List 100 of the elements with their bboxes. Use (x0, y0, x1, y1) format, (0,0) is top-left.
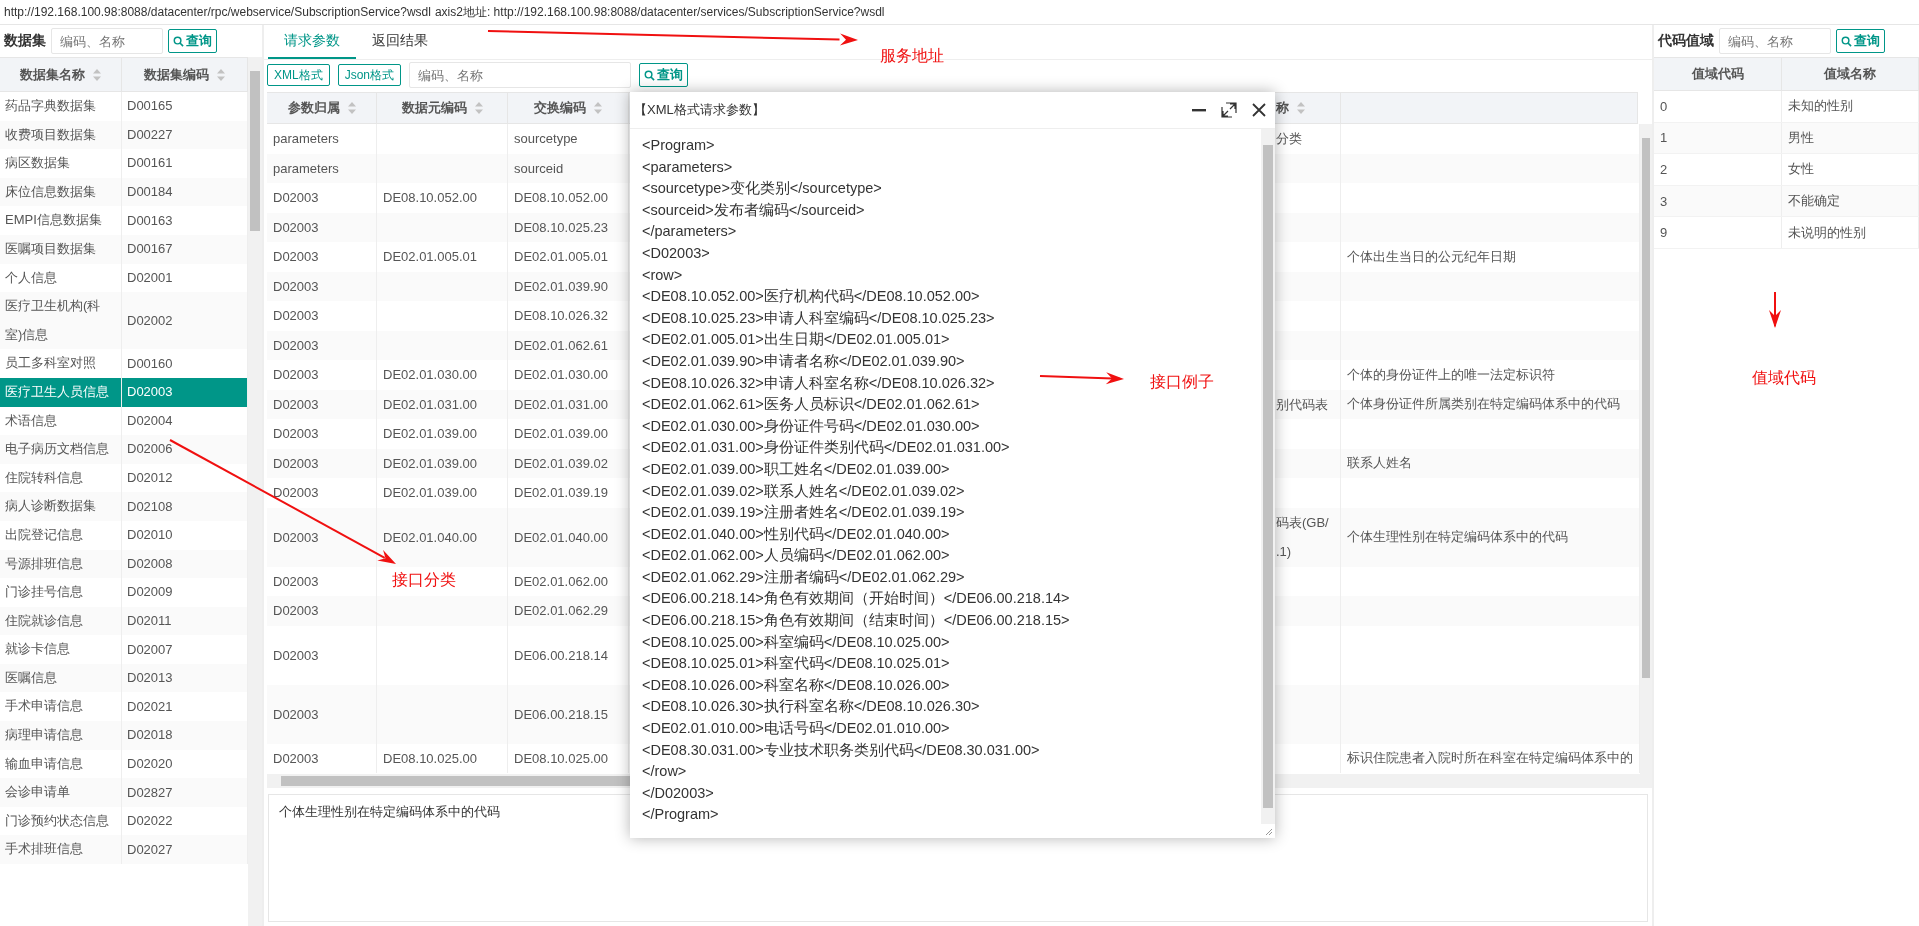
xml-line: <sourceid>发布者编码</sourceid> (642, 200, 865, 220)
dataset-row[interactable]: 病人诊断数据集 D02108 (0, 492, 248, 521)
xml-line: <DE02.01.005.01>出生日期</DE02.01.005.01> (642, 330, 950, 350)
tab[interactable]: 请求参数 (268, 25, 356, 59)
table-cell: 2 (1654, 154, 1782, 185)
sort-icon (1297, 102, 1305, 114)
search-button[interactable]: 查询 (168, 29, 217, 53)
table-cell: DE02.01.030.00 (377, 360, 508, 390)
table-cell: D02003 (267, 301, 377, 331)
tab[interactable]: 返回结果 (356, 25, 444, 59)
table-cell: 医疗卫生机构(科室)信息 (0, 292, 122, 350)
dataset-row[interactable]: 病理申请信息 D02018 (0, 721, 248, 750)
column-header[interactable]: 数据集名称 (0, 58, 122, 91)
dataset-row[interactable]: 电子病历文档信息 D02006 (0, 435, 248, 464)
table-cell: 医嘱信息 (0, 663, 122, 693)
table-cell: 收费项目数据集 (0, 120, 122, 150)
scrollbar[interactable] (1261, 129, 1275, 824)
format-button[interactable]: XML格式 (267, 64, 330, 86)
xml-line: <DE02.01.062.61>医务人员标识</DE02.01.062.61> (642, 395, 980, 415)
table-cell: EMPI信息数据集 (0, 206, 122, 235)
column-header[interactable]: 值域代码 (1654, 58, 1782, 90)
sort-icon (217, 68, 225, 81)
column-header[interactable]: 值域名称 (1782, 58, 1919, 90)
dataset-row[interactable]: 会诊申请单 D02827 (0, 778, 248, 807)
dataset-row[interactable]: 收费项目数据集 D00227 (0, 120, 248, 150)
table-cell: DE06.00.218.15 (508, 684, 629, 744)
table-cell: 床位信息数据集 (0, 177, 122, 207)
table-cell: D02003 (267, 389, 377, 419)
table-cell: 病区数据集 (0, 149, 122, 178)
xml-line: <DE08.10.026.32>申请人科室名称</DE08.10.026.32> (642, 373, 995, 393)
table-cell: DE02.01.039.00 (377, 419, 508, 449)
xml-line: <D02003> (642, 243, 710, 263)
annotation-arrow (1769, 291, 1781, 328)
xml-line: <DE02.01.039.19>注册者姓名</DE02.01.039.19> (642, 503, 965, 523)
dataset-row[interactable]: 医疗卫生机构(科室)信息 D02002 (0, 292, 248, 350)
table-cell: 医疗卫生人员信息 (0, 377, 122, 407)
dataset-row[interactable]: 床位信息数据集 D00184 (0, 177, 248, 207)
column-header[interactable]: 交换编码 (508, 93, 629, 123)
table-cell: D02003 (267, 448, 377, 478)
xml-line: <DE02.01.062.00>人员编码</DE02.01.062.00> (642, 546, 950, 566)
dataset-row[interactable]: 医嘱信息 D02013 (0, 663, 248, 693)
xml-line: <DE08.10.026.30>执行科室名称</DE08.10.026.30> (642, 697, 980, 717)
column-header[interactable]: 数据元编码 (377, 93, 508, 123)
search-button[interactable]: 查询 (639, 63, 689, 87)
scrollbar[interactable] (248, 57, 262, 926)
search-field[interactable]: 编码、名称 (1719, 28, 1831, 54)
table-cell: D02003 (267, 212, 377, 242)
xml-line: <DE02.01.039.90>申请者名称</DE02.01.039.90> (642, 351, 965, 371)
table-cell: 电子病历文档信息 (0, 435, 122, 464)
table-cell: DE02.01.040.00 (508, 507, 629, 567)
table-cell: DE02.01.039.00 (377, 448, 508, 478)
scrollbar[interactable] (1640, 124, 1652, 774)
table-cell: 病理申请信息 (0, 721, 122, 750)
table-cell: 1 (1654, 122, 1782, 154)
table-cell: DE02.01.031.00 (377, 389, 508, 419)
annotation-label: 接口分类 (392, 570, 456, 590)
dataset-row[interactable]: 医疗卫生人员信息 D02003 (0, 377, 248, 407)
resize-grip-icon[interactable] (1263, 826, 1273, 836)
table-cell: DE02.01.039.00 (508, 419, 629, 449)
table-cell: 手术排班信息 (0, 835, 122, 865)
table-cell: 药品字典数据集 (0, 92, 122, 121)
maximize-icon[interactable] (1221, 102, 1237, 118)
table-cell: 3 (1654, 185, 1782, 217)
search-icon (173, 35, 184, 47)
table-cell: DE02.01.039.00 (377, 478, 508, 508)
table-cell: parameters (267, 124, 377, 154)
dataset-row[interactable]: 医嘱项目数据集 D00167 (0, 234, 248, 264)
xml-line: <DE08.10.026.00>科室名称</DE08.10.026.00> (642, 675, 950, 695)
column-header[interactable]: 参数归属 (267, 93, 377, 123)
sort-icon (474, 102, 483, 114)
dataset-row[interactable]: 手术排班信息 D02027 (0, 835, 248, 865)
axis2-url: axis2地址: http://192.168.100.98:8088/datacenter/services/SubscriptionService?wsdl (434, 3, 885, 21)
dataset-row[interactable]: 住院就诊信息 D02011 (0, 606, 248, 636)
xml-line: </parameters> (642, 222, 737, 242)
xml-line: <DE08.10.025.23>申请人科室编码</DE08.10.025.23> (642, 308, 995, 328)
table-cell: D02003 (267, 478, 377, 508)
annotation-label: 接口例子 (1150, 372, 1214, 392)
xml-line: <sourcetype>变化类别</sourcetype> (642, 179, 882, 199)
table-cell: 不能确定 (1782, 185, 1919, 217)
search-field[interactable]: 编码、名称 (51, 28, 163, 54)
xml-line: <DE06.00.218.14>角色有效期间（开始时间）</DE06.00.218.14> (642, 589, 1070, 609)
table-cell: DE02.01.030.00 (508, 360, 629, 390)
search-field[interactable]: 编码、名称 (409, 62, 632, 88)
dataset-row[interactable]: 号源排班信息 D02008 (0, 549, 248, 579)
close-icon[interactable] (1251, 102, 1267, 118)
table-cell: 未说明的性别 (1782, 217, 1919, 248)
table-cell: 住院就诊信息 (0, 606, 122, 636)
table-cell: 0 (1654, 91, 1782, 122)
table-cell: parameters (267, 153, 377, 183)
table-cell: DE08.10.025.00 (377, 743, 508, 773)
table-cell: D02003 (267, 743, 377, 773)
table-cell: 病人诊断数据集 (0, 492, 122, 521)
format-button[interactable]: Json格式 (337, 64, 402, 86)
table-cell: D02003 (267, 507, 377, 567)
dialog-title: 【XML格式请求参数】 (634, 101, 765, 119)
table-cell: DE02.01.005.01 (508, 242, 629, 272)
table-cell: sourcetype (508, 124, 629, 154)
table-cell: 出院登记信息 (0, 520, 122, 550)
search-icon (1841, 35, 1852, 47)
search-button[interactable]: 查询 (1836, 29, 1885, 53)
